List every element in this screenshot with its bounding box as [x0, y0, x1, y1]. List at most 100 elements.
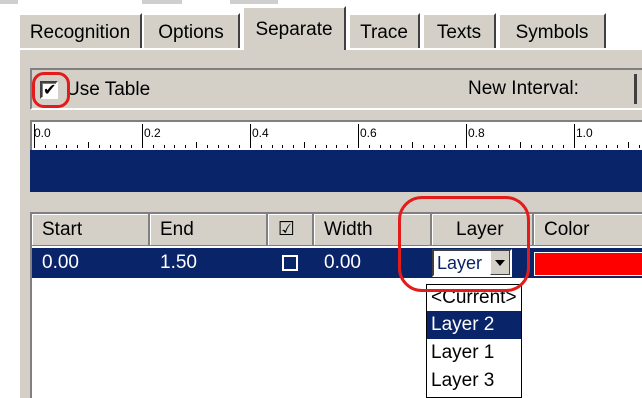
column-header-color[interactable]: Color: [534, 214, 642, 246]
ruler-tick: [563, 145, 565, 148]
row-checkbox[interactable]: [282, 255, 298, 271]
ruler-tick: [304, 142, 305, 148]
tab-trace[interactable]: Trace: [348, 13, 420, 49]
ruler-tick: [228, 145, 230, 148]
layer-select-value: Layer: [437, 252, 483, 273]
ruler-tick: [509, 145, 511, 148]
ruler-tick: [541, 145, 543, 148]
ruler-tick: [66, 145, 68, 148]
ruler-tick: [44, 145, 46, 148]
header-label: Layer: [456, 218, 504, 240]
ruler-label: 1.0: [576, 126, 593, 140]
ruler-tick: [293, 145, 295, 148]
start-cell[interactable]: 0.00: [42, 248, 79, 278]
tab-texts[interactable]: Texts: [422, 13, 496, 49]
new-interval-field-edge[interactable]: [634, 74, 637, 104]
end-cell[interactable]: 1.50: [160, 248, 197, 278]
column-header-check[interactable]: ☑: [268, 214, 314, 246]
ruler-tick: [574, 124, 575, 148]
ruler-tick: [422, 145, 424, 148]
ruler-tick: [314, 145, 316, 148]
ruler-tick: [552, 145, 554, 148]
use-table-checkbox-group[interactable]: ✔ Use Table: [40, 78, 150, 102]
column-header-width[interactable]: Width: [314, 214, 432, 246]
ruler-label: 0.4: [252, 126, 269, 140]
ruler-tick: [131, 145, 133, 148]
layer-dropdown-list[interactable]: <Current> Layer 2 Layer 1 Layer 3: [426, 284, 522, 398]
ruler-tick: [152, 145, 154, 148]
ruler-tick: [487, 145, 489, 148]
ruler-tick: [88, 142, 89, 148]
tab-separate[interactable]: Separate: [242, 6, 346, 50]
ruler-tick: [98, 145, 100, 148]
ruler-tick: [347, 145, 349, 148]
column-header-end[interactable]: End: [150, 214, 268, 246]
ruler-label: 0.0: [34, 126, 51, 140]
column-header-layer[interactable]: Layer: [432, 214, 534, 246]
tab-label: Trace: [360, 21, 408, 43]
ruler-tick: [239, 145, 241, 148]
column-header-start[interactable]: Start: [32, 214, 150, 246]
interval-table: Start End ☑ Width Layer Color 0.00 1.50 …: [30, 212, 642, 398]
ruler-tick: [638, 145, 640, 148]
ruler-tick: [498, 145, 500, 148]
header-label: Color: [544, 218, 590, 240]
dropdown-option-layer-2[interactable]: Layer 2: [427, 311, 521, 339]
ruler-tick: [606, 145, 608, 148]
ruler-tick: [476, 145, 478, 148]
ruler-tick: [379, 145, 381, 148]
tab-symbols[interactable]: Symbols: [498, 13, 606, 49]
tab-recognition[interactable]: Recognition: [18, 13, 142, 49]
ruler-tick: [628, 142, 629, 148]
width-cell[interactable]: 0.00: [324, 248, 361, 278]
ruler-tick: [368, 145, 370, 148]
ruler-tick: [466, 124, 467, 148]
ruler-tick: [520, 142, 521, 148]
tab-label: Symbols: [515, 21, 589, 43]
ruler-tick: [271, 145, 273, 148]
ruler-tick: [325, 145, 327, 148]
ruler-tick: [206, 145, 208, 148]
dropdown-option-layer-1[interactable]: Layer 1: [427, 339, 521, 367]
tab-strip: Recognition Options Separate Trace Texts…: [18, 0, 642, 50]
ruler-tick: [77, 145, 79, 148]
ruler-tick: [55, 145, 57, 148]
tab-label: Texts: [436, 21, 482, 43]
row-checkbox-cell[interactable]: [282, 248, 298, 278]
ruler-tick: [412, 142, 413, 148]
check-mark-icon: ✔: [43, 82, 57, 99]
ruler-tick: [530, 145, 532, 148]
ruler-tick: [584, 145, 586, 148]
tab-label: Options: [158, 21, 224, 43]
ruler-tick: [433, 145, 435, 148]
interval-ruler[interactable]: 0.0 0.2 0.4 0.6 0.8 1.0: [30, 120, 642, 150]
dropdown-option-layer-3[interactable]: Layer 3: [427, 367, 521, 395]
ruler-label: 0.8: [468, 126, 485, 140]
tab-label: Separate: [255, 18, 333, 40]
use-table-label: Use Table: [66, 79, 151, 100]
ruler-tick: [217, 145, 219, 148]
use-table-checkbox[interactable]: ✔: [40, 81, 58, 99]
interval-bar[interactable]: [30, 150, 642, 192]
dropdown-arrow-icon[interactable]: [490, 251, 510, 275]
ruler-tick: [260, 145, 262, 148]
layer-select[interactable]: Layer: [432, 249, 512, 277]
ruler-tick: [336, 145, 338, 148]
ruler-tick: [185, 145, 187, 148]
ruler-tick: [196, 142, 197, 148]
ruler-tick: [444, 145, 446, 148]
ruler-tick: [595, 145, 597, 148]
dropdown-option-current[interactable]: <Current>: [427, 285, 521, 311]
tab-options[interactable]: Options: [142, 13, 240, 49]
color-swatch[interactable]: [534, 252, 642, 276]
new-interval-label: New Interval:: [468, 78, 579, 99]
ruler-tick: [174, 145, 176, 148]
checkbox-header-icon: ☑: [278, 219, 296, 240]
ruler-tick: [401, 145, 403, 148]
tab-label: Recognition: [29, 21, 131, 43]
ruler-tick: [455, 145, 457, 148]
ruler-tick: [617, 145, 619, 148]
ruler-tick: [109, 145, 111, 148]
ruler-tick: [282, 145, 284, 148]
ruler-tick: [390, 145, 392, 148]
